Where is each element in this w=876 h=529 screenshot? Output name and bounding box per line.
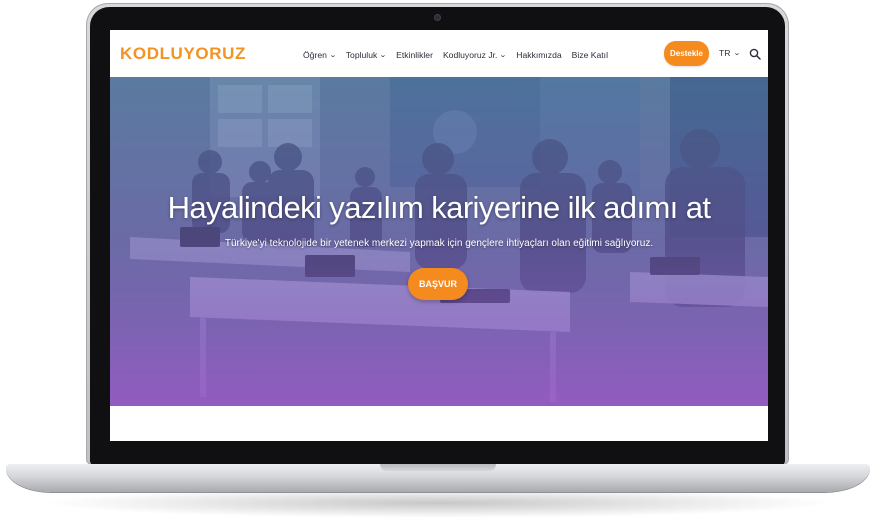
laptop-shadow xyxy=(40,488,836,518)
laptop-opening-notch xyxy=(380,464,496,471)
nav-item-kodluyoruz-jr[interactable]: Kodluyoruz Jr. ⌄ xyxy=(442,48,508,62)
nav-item-label: Öğren xyxy=(303,50,327,60)
support-button-label: Destekle xyxy=(670,49,703,58)
main-nav: Öğren ⌄ Topluluk ⌄ Etkinlikler Kodluyoru… xyxy=(303,48,608,62)
nav-item-hakkimizda[interactable]: Hakkımızda xyxy=(516,48,561,62)
hero-subtitle: Türkiye'yi teknolojide bir yetenek merke… xyxy=(224,238,654,249)
language-label: TR xyxy=(719,48,731,58)
chevron-down-icon: ⌄ xyxy=(329,52,337,59)
nav-item-label: Kodluyoruz Jr. xyxy=(442,50,498,60)
apply-button-label: BAŞVUR xyxy=(418,279,457,289)
site-logo[interactable]: KODLUYORUZ xyxy=(120,44,246,64)
nav-item-label: Topluluk xyxy=(345,50,378,60)
logo-text: KODLUYORUZ xyxy=(120,44,246,63)
apply-button[interactable]: BAŞVUR xyxy=(408,268,468,300)
language-selector[interactable]: TR ⌄ xyxy=(719,48,742,58)
nav-item-ogren[interactable]: Öğren ⌄ xyxy=(303,48,337,62)
browser-screen: KODLUYORUZ Öğren ⌄ Topluluk ⌄ Etkinlikle… xyxy=(110,30,768,441)
nav-item-label: Etkinlikler xyxy=(396,50,433,60)
nav-item-label: Bize Katıl xyxy=(571,50,608,60)
nav-item-label: Hakkımızda xyxy=(516,50,562,60)
search-icon[interactable] xyxy=(749,48,761,60)
nav-item-bize-katil[interactable]: Bize Katıl xyxy=(572,48,608,62)
chevron-down-icon: ⌄ xyxy=(733,50,742,57)
hero-section: Hayalindeki yazılım kariyerine ilk adımı… xyxy=(110,77,768,406)
nav-item-topluluk[interactable]: Topluluk ⌄ xyxy=(345,48,388,62)
hero-title: Hayalindeki yazılım kariyerine ilk adımı… xyxy=(167,190,711,225)
camera-icon xyxy=(434,14,441,21)
chevron-down-icon: ⌄ xyxy=(379,52,388,59)
page-content-area xyxy=(110,406,768,441)
nav-item-etkinlikler[interactable]: Etkinlikler xyxy=(396,48,433,62)
site-header: KODLUYORUZ Öğren ⌄ Topluluk ⌄ Etkinlikle… xyxy=(110,30,768,77)
chevron-down-icon: ⌄ xyxy=(499,52,508,59)
support-button[interactable]: Destekle xyxy=(664,41,709,66)
